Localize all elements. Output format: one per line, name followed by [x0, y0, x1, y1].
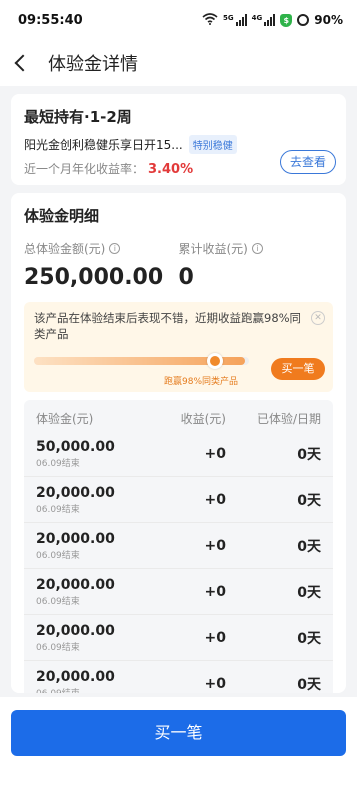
progress-knob [206, 353, 223, 369]
progress-caption: 跑赢98%同类产品 [164, 377, 239, 387]
days-value: 0天 [297, 492, 321, 509]
status-bar: 09:55:40 5G 4G $ 90% [0, 0, 357, 40]
total-value: 250,000.00 [24, 265, 164, 290]
status-icons: 5G 4G $ 90% [202, 12, 343, 28]
gain-value: +0 [204, 537, 226, 554]
page-title: 体验金详情 [48, 54, 138, 75]
gain-value: +0 [204, 629, 226, 646]
fund-card: 最短持有·1-2周 阳光金创利稳健乐享日开15... 特别稳健 近一个月年化收益… [11, 94, 346, 185]
amount-cell: 20,000.0006.09结束 [36, 669, 146, 694]
earnings-summary: 累计收益(元) i 0 [179, 240, 334, 290]
end-date: 06.09结束 [36, 642, 80, 653]
risk-tag: 特别稳健 [188, 135, 237, 154]
fund-title: 最短持有·1-2周 [24, 108, 132, 126]
yield-label: 近一个月年化收益率： [24, 162, 145, 176]
table-header: 体验金(元) 收益(元) 已体验/日期 [24, 400, 333, 431]
days-value: 0天 [297, 446, 321, 463]
amount-cell: 20,000.00 06.09结束 [36, 623, 146, 653]
amount-cell: 20,000.00 06.09结束 [36, 485, 146, 515]
earn-label: 累计收益(元) [178, 242, 248, 256]
amount-cell: 50,000.00 06.09结束 [36, 439, 146, 469]
total-summary: 总体验金额(元) i 250,000.00 [24, 240, 179, 290]
info-icon[interactable]: i [251, 243, 263, 254]
bottom-bar: 买一笔 [0, 697, 357, 800]
tip-text: 该产品在体验结束后表现不错，近期收益跑赢98%同类产品 [34, 311, 302, 341]
table-row: 20,000.00 06.09结束 +0 0天 [24, 615, 333, 661]
gain-value: +0 [204, 491, 226, 508]
total-label: 总体验金额(元) [24, 242, 106, 256]
security-shield-icon: $ [280, 13, 293, 27]
header-amount: 体验金(元) [36, 412, 94, 426]
end-date: 06.09结束 [36, 596, 80, 607]
table-row: 20,000.0006.09结束 +0 0天 [24, 661, 333, 694]
total-label-row: 总体验金额(元) i [24, 240, 179, 257]
amount-value: 20,000.00 [36, 576, 115, 593]
header-gain: 收益(元) [180, 412, 226, 426]
gain-value: +0 [204, 675, 226, 692]
amount-value: 20,000.00 [36, 668, 115, 685]
signal-4g-icon: 4G [252, 14, 276, 26]
earn-value: 0 [178, 265, 194, 290]
end-date: 06.09结束 [36, 550, 80, 561]
status-time: 09:55:40 [18, 12, 83, 28]
table-body: 50,000.00 06.09结束 +0 0天 20,000.00 06.09结束 +0 0天… [24, 431, 333, 693]
detail-card: 体验金明细 总体验金额(元) i 250,000.00 累计收益(元) i 0 该产… [11, 193, 346, 693]
info-icon[interactable]: i [109, 243, 121, 254]
battery-level: 90% [314, 13, 343, 27]
table-row: 20,000.00 06.09结束 +0 0天 [24, 569, 333, 615]
header-days: 已体验/日期 [256, 412, 321, 426]
close-icon[interactable]: ✕ [311, 311, 325, 325]
battery-ring-icon [297, 14, 310, 26]
signal-5g-icon: 5G [223, 14, 247, 26]
gain-value: +0 [204, 445, 226, 462]
detail-table: 体验金(元) 收益(元) 已体验/日期 50,000.00 06.09结束 +0 0天… [24, 400, 333, 693]
end-date: 06.09结束 [36, 458, 80, 469]
days-value: 0天 [297, 584, 321, 601]
days-value: 0天 [297, 676, 321, 693]
table-row: 20,000.00 06.09结束 +0 0天 [24, 477, 333, 523]
amount-value: 20,000.00 [36, 484, 115, 501]
amount-value: 20,000.00 [36, 622, 115, 639]
days-value: 0天 [297, 630, 321, 647]
yield-value: 3.40% [148, 162, 194, 177]
end-date: 06.09结束 [36, 504, 80, 515]
earn-label-row: 累计收益(元) i [179, 240, 334, 257]
summary-row: 总体验金额(元) i 250,000.00 累计收益(元) i 0 [24, 240, 333, 290]
days-value: 0天 [297, 538, 321, 555]
table-row: 50,000.00 06.09结束 +0 0天 [24, 431, 333, 477]
wifi-icon [202, 12, 218, 28]
detail-title: 体验金明细 [24, 207, 100, 225]
amount-cell: 20,000.00 06.09结束 [36, 577, 146, 607]
amount-cell: 20,000.00 06.09结束 [36, 531, 146, 561]
table-row: 20,000.00 06.09结束 +0 0天 [24, 523, 333, 569]
back-arrow-icon[interactable] [12, 52, 34, 74]
gain-value: +0 [204, 583, 226, 600]
tip-buy-button[interactable]: 买一笔 [271, 358, 325, 380]
fund-name: 阳光金创利稳健乐享日开15... [24, 138, 183, 152]
buy-button[interactable]: 买一笔 [11, 710, 346, 756]
end-date: 06.09结束 [36, 686, 146, 694]
amount-value: 50,000.00 [36, 438, 115, 455]
performance-tip: 该产品在体验结束后表现不错，近期收益跑赢98%同类产品 ✕ 跑赢98%同类产品 … [24, 302, 333, 392]
amount-value: 20,000.00 [36, 530, 115, 547]
view-fund-button[interactable]: 去查看 [280, 150, 336, 174]
nav-bar: 体验金详情 [0, 40, 357, 86]
progress-bar [34, 353, 249, 369]
